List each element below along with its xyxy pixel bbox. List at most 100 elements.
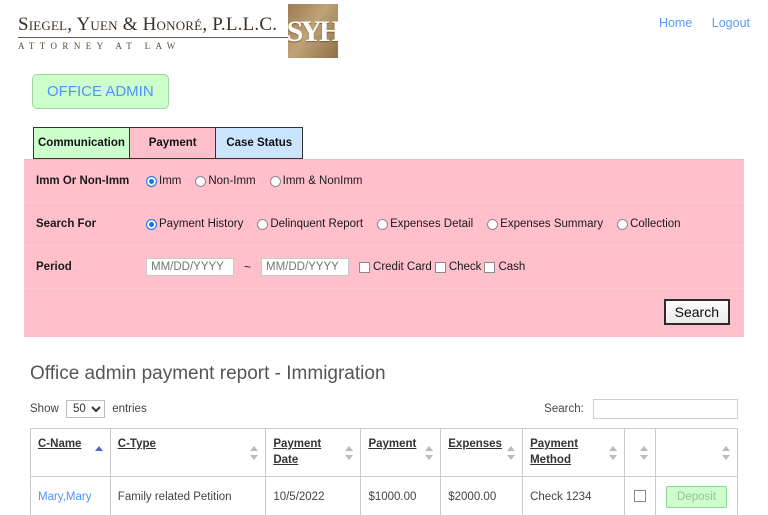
- radio-option-expenses-detail[interactable]: Expenses Detail: [377, 218, 473, 230]
- table-search-input[interactable]: [593, 399, 738, 419]
- radio-option-imm-and-nonimm[interactable]: Imm & NonImm: [269, 175, 363, 187]
- checkbox-cash-label: Cash: [498, 261, 526, 273]
- firm-name: Siegel, Yuen & Honoré, P.L.L.C.: [18, 14, 298, 38]
- radio-delinquent-report-label: Delinquent Report: [270, 218, 364, 230]
- datatable-controls: Show 50 entries Search:: [30, 399, 738, 419]
- radio-collection-label: Collection: [630, 218, 681, 230]
- radio-imm-indicator[interactable]: [146, 176, 157, 187]
- radio-non-imm-indicator[interactable]: [195, 176, 207, 187]
- tab-payment[interactable]: Payment: [128, 127, 216, 159]
- tab-communication[interactable]: Communication: [33, 127, 129, 159]
- column-header-expenses[interactable]: Expenses: [440, 427, 524, 478]
- column-header-c-name[interactable]: C-Name: [30, 427, 111, 478]
- checkbox-credit-card-indicator[interactable]: [359, 262, 371, 273]
- table-header-row: C-Name C-Type Payment Date Payment Expen…: [30, 427, 738, 478]
- sort-indicator-icon[interactable]: [345, 445, 354, 460]
- imm-or-nonimm-row: Imm Or Non-Imm Imm Non-Imm Imm & NonImm: [24, 160, 744, 203]
- checkbox-cash-indicator[interactable]: [484, 262, 496, 273]
- sort-indicator-icon[interactable]: [507, 445, 516, 460]
- radio-imm-and-nonimm-indicator[interactable]: [269, 176, 281, 187]
- sort-indicator-icon[interactable]: [609, 445, 618, 460]
- checkbox-option-check[interactable]: Check: [434, 261, 482, 273]
- firm-logo: Siegel, Yuen & Honoré, P.L.L.C. ATTORNEY…: [18, 14, 298, 51]
- cell-expenses: $2000.00: [440, 476, 524, 515]
- column-header-c-type-label: C-Type: [117, 438, 156, 450]
- cell-payment: $1000.00: [360, 476, 442, 515]
- radio-imm-label: Imm: [159, 175, 182, 187]
- section-tabs: Communication Payment Case Status: [33, 127, 304, 159]
- checkbox-option-cash[interactable]: Cash: [484, 261, 525, 273]
- radio-collection-indicator[interactable]: [617, 219, 629, 230]
- sort-indicator-icon[interactable]: [425, 445, 434, 460]
- imm-or-nonimm-label: Imm Or Non-Imm: [36, 175, 130, 187]
- entries-length-control: Show 50 entries: [30, 400, 147, 418]
- admin-button-row: OFFICE ADMIN: [0, 62, 768, 109]
- period-controls: ~ Credit Card Check Cash: [146, 258, 528, 276]
- table-head: C-Name C-Type Payment Date Payment Expen…: [30, 427, 738, 478]
- search-button[interactable]: Search: [663, 299, 730, 325]
- page-header: Siegel, Yuen & Honoré, P.L.L.C. ATTORNEY…: [0, 0, 768, 62]
- nav-link-home[interactable]: Home: [659, 16, 692, 30]
- tab-case-status[interactable]: Case Status: [215, 127, 304, 159]
- radio-option-collection[interactable]: Collection: [617, 218, 681, 230]
- sort-indicator-icon[interactable]: [640, 445, 649, 460]
- radio-imm-and-nonimm-label: Imm & NonImm: [282, 175, 363, 187]
- column-header-c-name-label: C-Name: [38, 438, 82, 450]
- cell-c-type: Family related Petition: [109, 476, 267, 515]
- sort-indicator-icon[interactable]: [722, 445, 731, 460]
- sort-indicator-icon[interactable]: [250, 445, 259, 460]
- column-header-payment-label: Payment: [368, 438, 417, 450]
- column-header-payment-date-label: Payment Date: [273, 438, 322, 466]
- top-navigation: Home Logout: [643, 16, 750, 30]
- checkbox-option-credit-card[interactable]: Credit Card: [359, 261, 432, 273]
- column-header-payment-method[interactable]: Payment Method: [522, 427, 626, 478]
- report-title: Office admin payment report - Immigratio…: [30, 363, 386, 384]
- client-name-link[interactable]: Mary,Mary: [38, 491, 91, 503]
- table-search-label: Search:: [544, 403, 584, 415]
- nav-link-logout[interactable]: Logout: [712, 16, 750, 30]
- radio-option-imm[interactable]: Imm: [146, 175, 181, 187]
- column-header-select[interactable]: [624, 427, 657, 478]
- table-row: Mary,Mary Family related Petition 10/5/2…: [30, 476, 738, 515]
- radio-expenses-summary-label: Expenses Summary: [500, 218, 604, 230]
- radio-option-delinquent-report[interactable]: Delinquent Report: [257, 218, 363, 230]
- checkbox-check-indicator[interactable]: [434, 262, 446, 273]
- search-for-options: Payment History Delinquent Report Expens…: [146, 218, 684, 230]
- cell-action: Deposit: [655, 476, 738, 515]
- office-admin-button[interactable]: OFFICE ADMIN: [32, 74, 169, 109]
- checkbox-check-label: Check: [448, 261, 482, 273]
- cell-payment-method: Check 1234: [522, 476, 626, 515]
- search-button-row: Search: [24, 289, 744, 337]
- column-header-expenses-label: Expenses: [448, 438, 502, 450]
- radio-expenses-detail-indicator[interactable]: [377, 219, 389, 230]
- search-for-row: Search For Payment History Delinquent Re…: [24, 203, 744, 246]
- period-start-date-input[interactable]: [146, 258, 234, 276]
- period-row: Period ~ Credit Card Check Cash: [24, 246, 744, 289]
- filter-panel: Imm Or Non-Imm Imm Non-Imm Imm & NonImm …: [24, 159, 744, 337]
- column-header-payment-date[interactable]: Payment Date: [265, 427, 362, 478]
- period-end-date-input[interactable]: [261, 258, 350, 276]
- radio-option-non-imm[interactable]: Non-Imm: [195, 175, 256, 187]
- row-select-checkbox[interactable]: [634, 489, 647, 502]
- radio-payment-history-label: Payment History: [159, 218, 244, 230]
- imm-or-nonimm-options: Imm Non-Imm Imm & NonImm: [146, 175, 366, 187]
- radio-expenses-detail-label: Expenses Detail: [390, 218, 474, 230]
- radio-option-payment-history[interactable]: Payment History: [146, 218, 243, 230]
- deposit-button[interactable]: Deposit: [666, 486, 728, 509]
- radio-delinquent-report-indicator[interactable]: [257, 219, 269, 230]
- table-body: Mary,Mary Family related Petition 10/5/2…: [30, 476, 738, 515]
- sort-indicator-asc-icon[interactable]: [94, 445, 104, 460]
- cell-c-name: Mary,Mary: [30, 476, 111, 515]
- radio-non-imm-label: Non-Imm: [208, 175, 256, 187]
- column-header-payment[interactable]: Payment: [360, 427, 442, 478]
- entries-length-select[interactable]: 50: [65, 400, 105, 418]
- radio-payment-history-indicator[interactable]: [146, 219, 157, 230]
- payment-report-table: C-Name C-Type Payment Date Payment Expen…: [30, 427, 738, 515]
- firm-monogram-icon: SYH: [288, 4, 338, 58]
- radio-option-expenses-summary[interactable]: Expenses Summary: [487, 218, 603, 230]
- radio-expenses-summary-indicator[interactable]: [487, 219, 499, 230]
- column-header-c-type[interactable]: C-Type: [109, 427, 267, 478]
- period-label: Period: [36, 261, 72, 273]
- column-header-action[interactable]: [655, 427, 738, 478]
- entries-length-suffix: entries: [112, 403, 147, 415]
